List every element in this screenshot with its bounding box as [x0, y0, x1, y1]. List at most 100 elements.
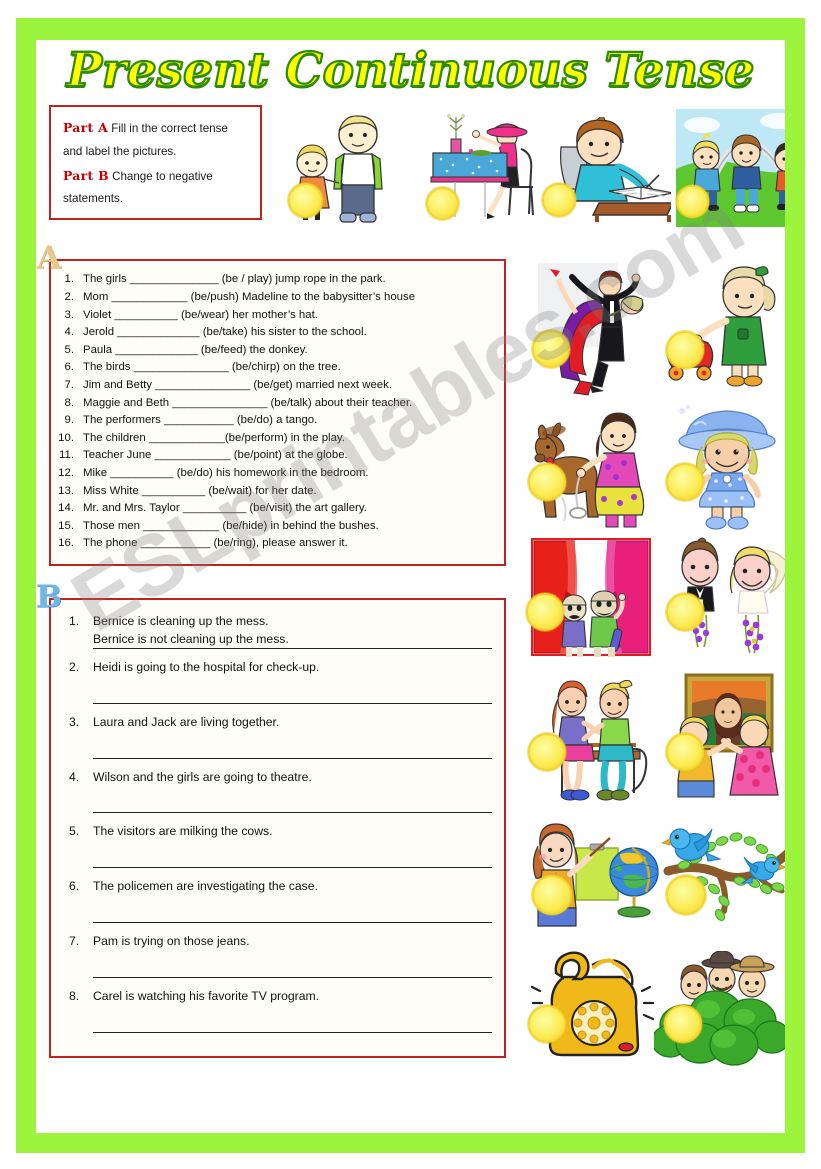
item-text[interactable]: Mr. and Mrs. Taylor __________ (be/visit… [83, 502, 494, 514]
section-b-badge: B [36, 578, 63, 615]
list-item: 2. Heidi is going to the hospital for ch… [59, 658, 492, 713]
item-text[interactable]: The girls ______________ (be / play) jum… [83, 274, 494, 286]
list-item: 11. Teacher June ____________ (be/point) … [57, 447, 494, 465]
answer-line[interactable] [93, 909, 492, 924]
item-number: 13. [58, 484, 74, 497]
green-border-frame: ESLprintables.com Present Continuous Ten… [16, 18, 805, 1153]
item-text[interactable]: Miss White __________ (be/wait) for her … [83, 485, 494, 497]
list-item: 8. Carel is watching his favorite TV pro… [59, 987, 492, 1042]
item-text[interactable]: The children ____________(be/perform) in… [83, 432, 494, 444]
item-number: 1. [64, 273, 75, 286]
item-number: 5. [64, 343, 75, 356]
list-item: 8. Maggie and Beth _______________ (be/ta… [57, 395, 494, 413]
answer-line[interactable] [93, 745, 492, 759]
worksheet-sheet: ESLprintables.com Present Continuous Ten… [36, 40, 785, 1133]
left-column: A 1. The girls ______________ (be / play)… [36, 235, 506, 1059]
prompt-sentence: Wilson and the girls are going to theatr… [93, 769, 312, 784]
item-number: 12. [58, 466, 74, 479]
part-a-label: Part A [63, 120, 108, 136]
answer-line[interactable]: Bernice is not cleaning up the mess. [93, 632, 492, 649]
item-number: 6. [69, 879, 80, 894]
item-text[interactable]: The performers ___________ (be/do) a tan… [83, 414, 494, 426]
girl-pushing-stroller-illustration [664, 263, 784, 393]
list-item: 16. The phone ___________ (be/ring), plea… [57, 535, 494, 553]
item-number: 4. [69, 769, 80, 784]
item-text[interactable]: Maggie and Beth _______________ (be/talk… [83, 397, 494, 409]
item-number: 2. [64, 291, 75, 304]
list-item: 4. Jerold _____________ (be/take) his sis… [57, 324, 494, 342]
list-item: 14. Mr. and Mrs. Taylor __________ (be/vi… [57, 500, 494, 518]
section-a-list: 1. The girls ______________ (be / play) j… [57, 271, 494, 553]
item-number: 6. [64, 361, 75, 374]
worksheet-page: ESLprintables.com Present Continuous Ten… [0, 0, 821, 1169]
prompt-sentence: Laura and Jack are living together. [93, 714, 280, 729]
item-number: 11. [59, 449, 74, 462]
list-item: 7. Pam is trying on those jeans. [59, 932, 492, 987]
item-text[interactable]: Teacher June ____________ (be/point) at … [83, 449, 494, 461]
prompt-sentence: Bernice is cleaning up the mess. [93, 613, 269, 628]
answer-line[interactable] [93, 1019, 492, 1034]
list-item: 1. The girls ______________ (be / play) j… [57, 271, 494, 289]
item-text[interactable]: Paula _____________ (be/feed) the donkey… [83, 344, 494, 356]
part-b-label: Part B [63, 167, 109, 183]
list-item: 10. The children ____________(be/perform)… [57, 430, 494, 448]
item-text[interactable]: Mike __________ (be/do) his homework in … [83, 467, 494, 479]
section-b-list: 1. Bernice is cleaning up the mess. Bern… [59, 612, 492, 1042]
list-item: 12. Mike __________ (be/do) his homework … [57, 465, 494, 483]
list-item: 5. Paula _____________ (be/feed) the donk… [57, 342, 494, 360]
item-number: 3. [69, 714, 80, 729]
item-number: 2. [69, 659, 80, 674]
item-body: The policemen are investigating the case… [93, 877, 492, 924]
top-picture-strip [276, 105, 785, 235]
top-area: Part A Fill in the correct tense and lab… [36, 105, 785, 235]
item-body: Bernice is cleaning up the mess. Bernice… [93, 612, 492, 649]
list-item: 9. The performers ___________ (be/do) a t… [57, 412, 494, 430]
tango-dancers-illustration [526, 257, 646, 397]
answer-line[interactable] [93, 854, 492, 869]
answer-line[interactable] [93, 964, 492, 979]
item-text[interactable]: The phone ___________ (be/ring), please … [83, 537, 494, 549]
section-a-box: A 1. The girls ______________ (be / play)… [37, 241, 506, 566]
item-number: 16. [58, 537, 74, 550]
item-body: Wilson and the girls are going to theatr… [93, 768, 492, 814]
item-number: 3. [64, 308, 75, 321]
list-item: 3. Violet __________ (be/wear) her mother… [57, 307, 494, 325]
item-body: The visitors are milking the cows. [93, 822, 492, 869]
section-b-box: B 1. Bernice is cleaning up the mess. Be… [36, 580, 506, 1059]
item-text[interactable]: Mom ____________ (be/push) Madeline to t… [83, 291, 494, 303]
list-item: 6. The policemen are investigating the c… [59, 877, 492, 932]
prompt-sentence: Heidi is going to the hospital for check… [93, 659, 320, 674]
list-item: 1. Bernice is cleaning up the mess. Bern… [59, 612, 492, 658]
item-number: 7. [64, 379, 75, 391]
item-number: 5. [69, 824, 80, 839]
list-item: 7. Jim and Betty _______________ (be/get)… [57, 377, 494, 395]
list-item: 15. Those men ____________ (be/hide) in b… [57, 518, 494, 536]
page-title: Present Continuous Tense [65, 43, 755, 98]
item-number: 4. [64, 326, 75, 339]
item-body: Laura and Jack are living together. [93, 713, 492, 759]
answer-line[interactable] [93, 690, 492, 704]
list-item: 3. Laura and Jack are living together. [59, 713, 492, 768]
item-number: 15. [58, 519, 74, 532]
list-item: 2. Mom ____________ (be/push) Madeline to… [57, 289, 494, 307]
item-body: Pam is trying on those jeans. [93, 932, 492, 979]
list-item: 13. Miss White __________ (be/wait) for h… [57, 482, 494, 500]
prompt-sentence: Pam is trying on those jeans. [93, 934, 250, 949]
answer-line[interactable] [93, 799, 492, 814]
item-body: Carel is watching his favorite TV progra… [93, 987, 492, 1034]
item-text[interactable]: Those men ____________ (be/hide) in behi… [83, 520, 494, 532]
item-body: Heidi is going to the hospital for check… [93, 658, 492, 704]
prompt-sentence: The visitors are milking the cows. [93, 824, 273, 839]
item-text[interactable]: Jim and Betty _______________ (be/get) m… [83, 379, 494, 391]
item-text[interactable]: The birds _______________ (be/chirp) on … [83, 361, 494, 373]
prompt-sentence: The policemen are investigating the case… [93, 879, 318, 894]
section-a-badge: A [36, 240, 62, 277]
item-number: 8. [69, 989, 80, 1004]
item-number: 7. [69, 934, 80, 949]
main-columns: A 1. The girls ______________ (be / play)… [36, 235, 785, 1066]
item-text[interactable]: Violet __________ (be/wear) her mother’s… [83, 309, 494, 321]
item-number: 14. [58, 502, 74, 515]
item-number: 10. [58, 431, 74, 444]
list-item: 4. Wilson and the girls are going to the… [59, 768, 492, 823]
item-text[interactable]: Jerold _____________ (be/take) his siste… [83, 326, 494, 338]
